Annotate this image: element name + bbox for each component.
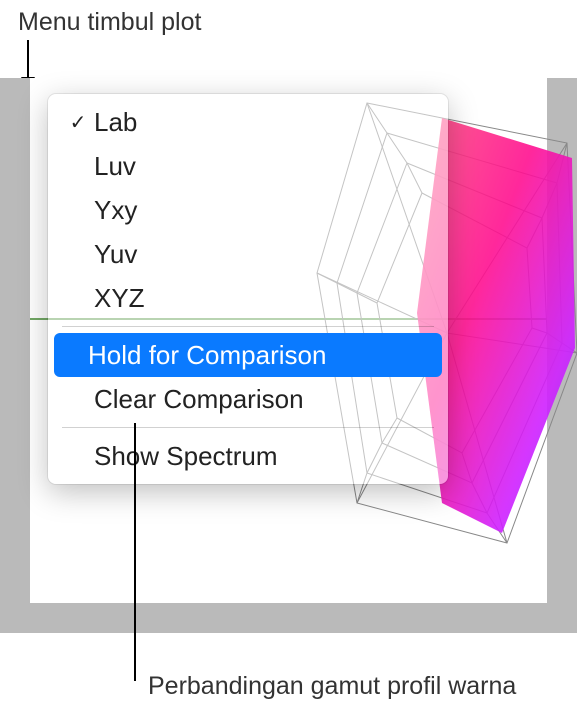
- menu-item-hold-comparison[interactable]: Hold for Comparison: [54, 333, 442, 377]
- annotation-top-label: Menu timbul plot: [18, 8, 201, 37]
- menu-item-clear-comparison[interactable]: Clear Comparison: [48, 377, 448, 421]
- menu-item-show-spectrum[interactable]: Show Spectrum: [48, 434, 448, 478]
- menu-separator: [62, 326, 434, 327]
- checkmark-icon: ✓: [62, 110, 94, 135]
- menu-item-label: Show Spectrum: [94, 441, 434, 472]
- menu-item-lab[interactable]: ✓ Lab: [48, 100, 448, 144]
- callout-line-bottom: [134, 423, 136, 681]
- plot-popup-menu: ✓ Lab Luv Yxy Yuv XYZ Hold for Compariso…: [48, 94, 448, 484]
- menu-separator: [62, 427, 434, 428]
- menu-item-xyz[interactable]: XYZ: [48, 276, 448, 320]
- menu-item-label: Yuv: [94, 239, 434, 270]
- menu-item-yxy[interactable]: Yxy: [48, 188, 448, 232]
- menu-item-label: Clear Comparison: [94, 384, 434, 415]
- menu-item-luv[interactable]: Luv: [48, 144, 448, 188]
- menu-item-label: XYZ: [94, 283, 434, 314]
- menu-item-label: Hold for Comparison: [88, 340, 428, 371]
- menu-item-label: Luv: [94, 151, 434, 182]
- menu-item-label: Yxy: [94, 195, 434, 226]
- menu-item-label: Lab: [94, 107, 434, 138]
- annotation-bottom-label: Perbandingan gamut profil warna: [148, 672, 516, 701]
- menu-item-yuv[interactable]: Yuv: [48, 232, 448, 276]
